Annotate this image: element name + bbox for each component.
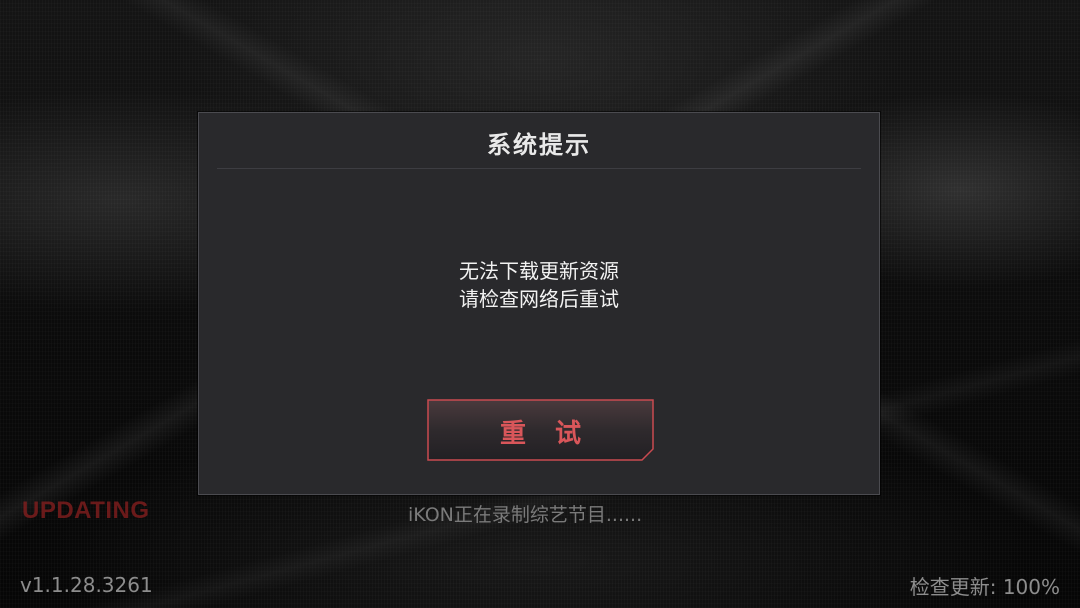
retry-button[interactable]: 重 试: [427, 399, 654, 461]
message-line-2: 请检查网络后重试: [459, 287, 619, 311]
system-alert-dialog: 系统提示 无法下载更新资源 请检查网络后重试 重 试: [198, 112, 880, 495]
dialog-message: 无法下载更新资源 请检查网络后重试: [199, 257, 879, 313]
loading-tip: iKON正在录制综艺节目......: [408, 504, 643, 526]
updating-label: UPDATING: [22, 497, 150, 524]
game-loading-screen: UPDATING iKON正在录制综艺节目...... v1.1.28.3261…: [0, 0, 1080, 608]
dialog-divider: [217, 168, 861, 169]
dialog-title: 系统提示: [487, 131, 591, 159]
message-line-1: 无法下载更新资源: [459, 259, 619, 283]
version-label: v1.1.28.3261: [20, 573, 153, 597]
retry-button-label: 重 试: [499, 419, 592, 449]
check-update-progress: 检查更新: 100%: [909, 575, 1060, 599]
